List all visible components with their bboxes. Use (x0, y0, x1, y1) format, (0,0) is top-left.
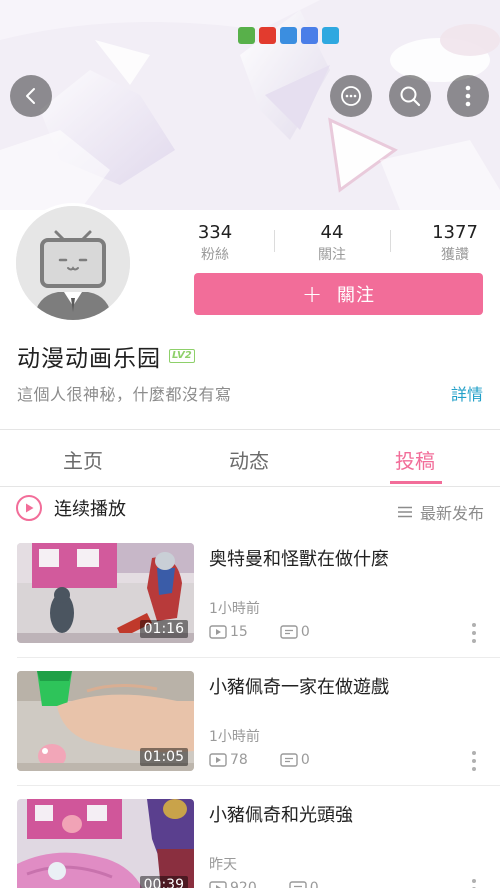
video-stats: 15 0 (209, 624, 310, 640)
comment-count-icon (280, 753, 298, 767)
following-label: 關注 (318, 247, 346, 263)
more-vertical-icon (472, 759, 476, 763)
stat-divider (390, 230, 391, 252)
likes-count: 1377 (432, 222, 478, 243)
follow-button[interactable]: + 關注 (194, 273, 483, 315)
following-count: 44 (320, 222, 344, 243)
video-timestamp: 昨天 (209, 857, 237, 873)
video-title[interactable]: 小豬佩奇一家在做遊戲 (209, 673, 389, 699)
username-row: 动漫动画乐园 LV2 (17, 339, 195, 373)
likes-stat[interactable]: 1377 獲讚 (400, 222, 500, 265)
music-app-icon (301, 27, 318, 44)
video-more-button[interactable] (472, 623, 478, 643)
sort-label: 最新发布 (419, 504, 484, 523)
comment-count: 0 (300, 752, 310, 768)
section-divider (0, 429, 500, 430)
tabs-divider (0, 486, 500, 487)
avatar[interactable] (13, 203, 133, 323)
video-thumbnail[interactable]: 01:16 (17, 543, 194, 643)
fans-label: 粉絲 (201, 247, 229, 263)
list-separator (17, 657, 500, 658)
username: 动漫动画乐园 (17, 346, 161, 372)
more-vertical-icon (472, 879, 476, 883)
tab-home[interactable]: 主页 (0, 445, 166, 474)
more-options-button[interactable] (447, 75, 489, 117)
news-app-icon (259, 27, 276, 44)
comment-count: 0 (300, 624, 310, 640)
more-vertical-icon (472, 639, 476, 643)
tab-uploads[interactable]: 投稿 (332, 445, 498, 474)
continuous-play-label: 连续播放 (54, 499, 126, 520)
continuous-play-button[interactable]: 连续播放 (16, 495, 126, 521)
details-link[interactable]: 詳情 (451, 381, 483, 405)
video-duration: 01:16 (139, 620, 188, 638)
play-count-icon (209, 753, 227, 767)
play-count-icon (209, 625, 227, 639)
more-vertical-icon (472, 631, 476, 635)
more-vertical-icon (472, 623, 476, 627)
comment-count: 0 (309, 880, 319, 888)
chat-bubble-icon (341, 86, 361, 106)
message-button[interactable] (330, 75, 372, 117)
more-vertical-icon (472, 767, 476, 771)
video-more-button[interactable] (472, 879, 478, 888)
map-app-icon (280, 27, 297, 44)
video-timestamp: 1小時前 (209, 729, 260, 745)
video-more-button[interactable] (472, 751, 478, 771)
list-separator (17, 785, 500, 786)
search-icon (400, 86, 421, 107)
video-thumbnail[interactable]: 01:05 (17, 671, 194, 771)
tab-activity[interactable]: 动态 (166, 445, 332, 474)
active-tab-indicator (390, 481, 442, 484)
sort-selector[interactable]: 最新发布 (397, 500, 484, 524)
video-stats: 920 0 (209, 880, 319, 888)
likes-label: 獲讚 (441, 247, 469, 263)
fans-count: 334 (197, 222, 233, 243)
play-count: 78 (230, 752, 248, 768)
follow-button-label: 關注 (337, 285, 376, 306)
play-circle-icon (16, 495, 42, 521)
tips-app-icon (322, 27, 339, 44)
fans-stat[interactable]: 334 粉絲 (160, 222, 270, 265)
video-duration: 00:39 (139, 876, 188, 888)
video-item[interactable]: 00:39 小豬佩奇和光頭強 昨天 920 0 (0, 799, 500, 888)
play-count-icon (209, 881, 227, 888)
more-vertical-icon (472, 751, 476, 755)
video-item[interactable]: 01:16 奥特曼和怪獸在做什麼 1小時前 15 0 (0, 543, 500, 671)
user-bio: 這個人很神秘，什麼都沒有寫 (17, 385, 232, 404)
app-notification-icon (238, 27, 255, 44)
back-button[interactable] (10, 75, 52, 117)
header-banner (0, 0, 500, 210)
plus-icon: + (301, 280, 324, 308)
video-thumbnail[interactable]: 00:39 (17, 799, 194, 888)
status-bar-icons (238, 27, 339, 44)
toy-scene-thumbnail (17, 799, 194, 888)
search-button[interactable] (389, 75, 431, 117)
video-title[interactable]: 小豬佩奇和光頭強 (209, 801, 353, 827)
stat-divider (274, 230, 275, 252)
video-title[interactable]: 奥特曼和怪獸在做什麼 (209, 545, 389, 571)
chevron-left-icon (26, 88, 35, 104)
tv-mascot-avatar-icon (16, 206, 130, 320)
video-stats: 78 0 (209, 752, 310, 768)
play-count: 15 (230, 624, 248, 640)
video-timestamp: 1小時前 (209, 601, 260, 617)
following-stat[interactable]: 44 關注 (277, 222, 387, 265)
play-count: 920 (230, 880, 257, 888)
video-duration: 01:05 (139, 748, 188, 766)
video-item[interactable]: 01:05 小豬佩奇一家在做遊戲 1小時前 78 0 (0, 671, 500, 799)
list-sort-icon (397, 506, 412, 518)
more-vertical-icon (465, 85, 471, 107)
level-badge: LV2 (169, 349, 195, 363)
comment-count-icon (289, 881, 307, 888)
comment-count-icon (280, 625, 298, 639)
